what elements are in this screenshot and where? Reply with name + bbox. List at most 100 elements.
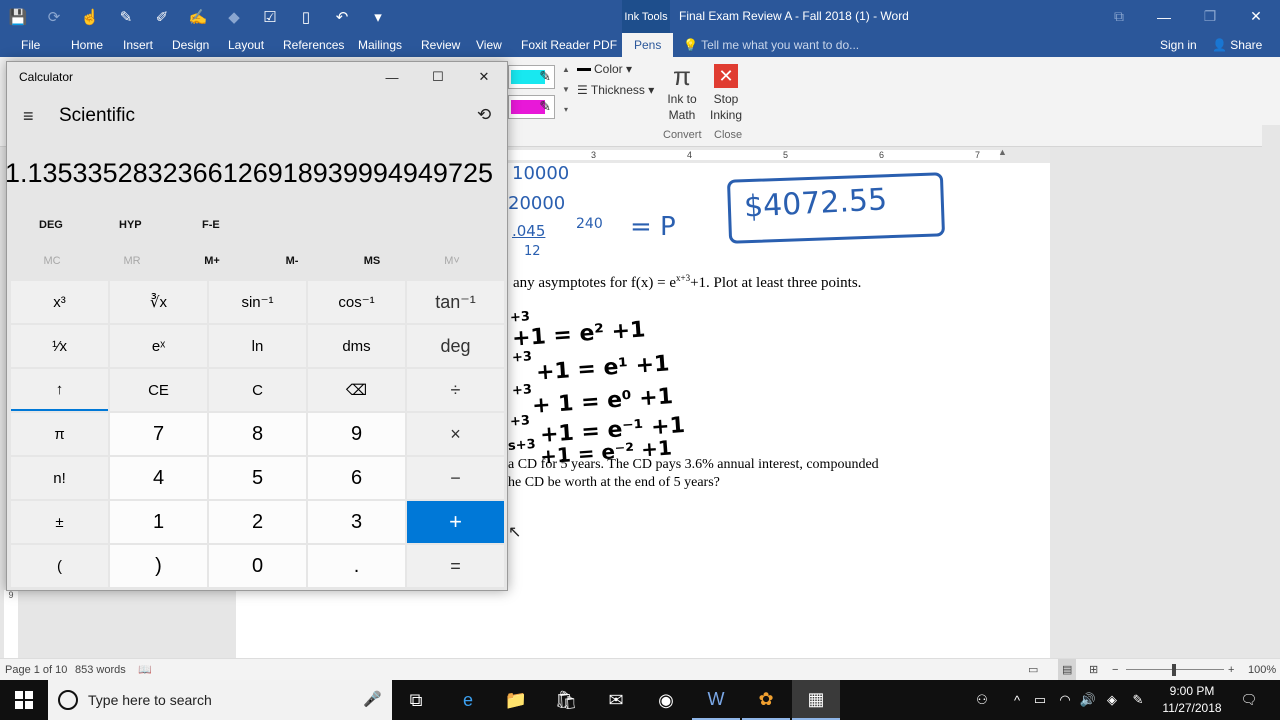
tab-mailings[interactable]: Mailings xyxy=(358,33,402,57)
add-button[interactable]: + xyxy=(407,501,504,543)
divide-button[interactable]: ÷ xyxy=(407,369,504,411)
refresh-icon[interactable]: ⟳ xyxy=(36,0,72,33)
pen-swatch-magenta[interactable]: ✎ xyxy=(508,95,555,119)
digit-8-button[interactable]: 8 xyxy=(209,413,306,455)
tab-design[interactable]: Design xyxy=(172,33,209,57)
digit-6-button[interactable]: 6 xyxy=(308,457,405,499)
clear-entry-button[interactable]: CE xyxy=(110,369,207,411)
calc-minimize-icon[interactable]: — xyxy=(369,62,415,92)
digit-4-button[interactable]: 4 xyxy=(110,457,207,499)
wifi-icon[interactable]: ◠ xyxy=(1055,680,1075,720)
word-icon[interactable]: W xyxy=(692,680,740,720)
tab-view[interactable]: View xyxy=(476,33,502,57)
zoom-thumb[interactable] xyxy=(1172,664,1176,676)
people-icon[interactable]: ⚇ xyxy=(970,680,994,720)
zoom-out-icon[interactable]: − xyxy=(1112,659,1118,681)
microphone-icon[interactable]: 🎤 xyxy=(363,690,382,708)
store-icon[interactable]: 🛍 xyxy=(542,680,590,720)
touch-mode-icon[interactable]: ☝ xyxy=(72,0,108,33)
taskbar-search[interactable]: Type here to search 🎤 xyxy=(48,680,392,720)
tab-file[interactable]: File xyxy=(21,33,40,57)
tab-foxit-reader-pdf[interactable]: Foxit Reader PDF xyxy=(521,33,617,57)
hyp-toggle[interactable]: HYP xyxy=(119,212,142,238)
cube-button[interactable]: x³ xyxy=(11,281,108,323)
draw-icon[interactable]: ✍ xyxy=(180,0,216,33)
dropbox-icon[interactable]: ◈ xyxy=(1102,680,1122,720)
share-button[interactable]: 👤 Share xyxy=(1212,33,1262,57)
file-explorer-icon[interactable]: 📁 xyxy=(492,680,540,720)
zoom-level[interactable]: 100% xyxy=(1248,659,1276,681)
web-layout-icon[interactable]: ⊞ xyxy=(1089,659,1098,681)
edit-icon[interactable]: ☑ xyxy=(252,0,288,33)
snip-icon[interactable]: ✿ xyxy=(742,680,790,720)
factorial-button[interactable]: n! xyxy=(11,457,108,499)
memory-add-button[interactable]: M+ xyxy=(172,250,252,272)
tab-home[interactable]: Home xyxy=(71,33,103,57)
undo-icon[interactable]: ↶ xyxy=(324,0,360,33)
proofing-icon[interactable]: 📖 xyxy=(138,659,152,681)
history-icon[interactable]: ⟲ xyxy=(477,105,491,125)
sign-in-link[interactable]: Sign in xyxy=(1160,33,1197,57)
new-document-icon[interactable]: ▯ xyxy=(288,0,324,33)
gallery-more-icon[interactable]: ▾ xyxy=(560,101,572,119)
gallery-up-icon[interactable]: ▲ xyxy=(560,61,572,79)
word-count[interactable]: 853 words xyxy=(75,659,126,681)
multiply-button[interactable]: × xyxy=(407,413,504,455)
tab-review[interactable]: Review xyxy=(421,33,460,57)
task-view-icon[interactable]: ⧉ xyxy=(392,680,440,720)
arcsin-button[interactable]: sin⁻¹ xyxy=(209,281,306,323)
close-icon[interactable]: ✕ xyxy=(1233,0,1279,33)
page-count[interactable]: Page 1 of 10 xyxy=(5,659,67,681)
vertical-scrollbar[interactable] xyxy=(1262,125,1280,658)
decimal-button[interactable]: . xyxy=(308,545,405,587)
reciprocal-button[interactable]: ¹⁄x xyxy=(11,325,108,367)
calculator-taskbar-icon[interactable]: ▦ xyxy=(792,680,840,720)
menu-icon[interactable]: ≡ xyxy=(23,106,34,127)
tab-layout[interactable]: Layout xyxy=(228,33,264,57)
read-mode-icon[interactable]: ▭ xyxy=(1028,659,1038,681)
dms-button[interactable]: dms xyxy=(308,325,405,367)
pen-swatch-cyan[interactable]: ✎ xyxy=(508,65,555,89)
save-icon[interactable]: 💾 xyxy=(0,0,36,33)
memory-subtract-button[interactable]: M- xyxy=(252,250,332,272)
arccos-button[interactable]: cos⁻¹ xyxy=(308,281,405,323)
pen-icon[interactable]: ✎ xyxy=(108,0,144,33)
minimize-icon[interactable]: — xyxy=(1141,0,1187,33)
digit-0-button[interactable]: 0 xyxy=(209,545,306,587)
arctan-button[interactable]: tan⁻¹ xyxy=(407,281,504,323)
memory-list-button[interactable]: M˅ xyxy=(412,250,492,272)
eraser-icon[interactable]: ◆ xyxy=(216,0,252,33)
negate-button[interactable]: ± xyxy=(11,501,108,543)
chrome-icon[interactable]: ◉ xyxy=(642,680,690,720)
start-button[interactable] xyxy=(0,680,48,720)
backspace-button[interactable]: ⌫ xyxy=(308,369,405,411)
right-indent-marker-icon[interactable]: ▲ xyxy=(998,147,1007,157)
calc-maximize-icon[interactable]: ☐ xyxy=(415,62,461,92)
digit-1-button[interactable]: 1 xyxy=(110,501,207,543)
fe-toggle[interactable]: F-E xyxy=(202,212,220,238)
subtract-button[interactable]: − xyxy=(407,457,504,499)
exp-button[interactable]: eˣ xyxy=(110,325,207,367)
deg-toggle[interactable]: DEG xyxy=(39,212,63,238)
highlighter-icon[interactable]: ✐ xyxy=(144,0,180,33)
equals-button[interactable]: = xyxy=(407,545,504,587)
shift-button[interactable]: ↑ xyxy=(11,369,108,411)
ink-to-math-button[interactable]: π Ink to Math xyxy=(664,61,700,123)
ink-workspace-icon[interactable]: ✎ xyxy=(1128,680,1148,720)
volume-icon[interactable]: 🔊 xyxy=(1078,680,1098,720)
mail-icon[interactable]: ✉ xyxy=(592,680,640,720)
customize-qat-icon[interactable]: ▾ xyxy=(360,0,396,33)
open-paren-button[interactable]: ( xyxy=(11,545,108,587)
digit-7-button[interactable]: 7 xyxy=(110,413,207,455)
clear-button[interactable]: C xyxy=(209,369,306,411)
digit-5-button[interactable]: 5 xyxy=(209,457,306,499)
tab-insert[interactable]: Insert xyxy=(123,33,153,57)
pi-button[interactable]: π xyxy=(11,413,108,455)
horizontal-ruler[interactable]: 3 4 5 6 7 ▲ xyxy=(508,147,1050,163)
maximize-icon[interactable]: ❐ xyxy=(1187,0,1233,33)
close-paren-button[interactable]: ) xyxy=(110,545,207,587)
print-layout-icon[interactable]: ▤ xyxy=(1058,659,1077,681)
cube-root-button[interactable]: ∛x xyxy=(110,281,207,323)
system-clock[interactable]: 9:00 PM 11/27/2018 xyxy=(1160,683,1224,717)
gallery-down-icon[interactable]: ▼ xyxy=(560,81,572,99)
